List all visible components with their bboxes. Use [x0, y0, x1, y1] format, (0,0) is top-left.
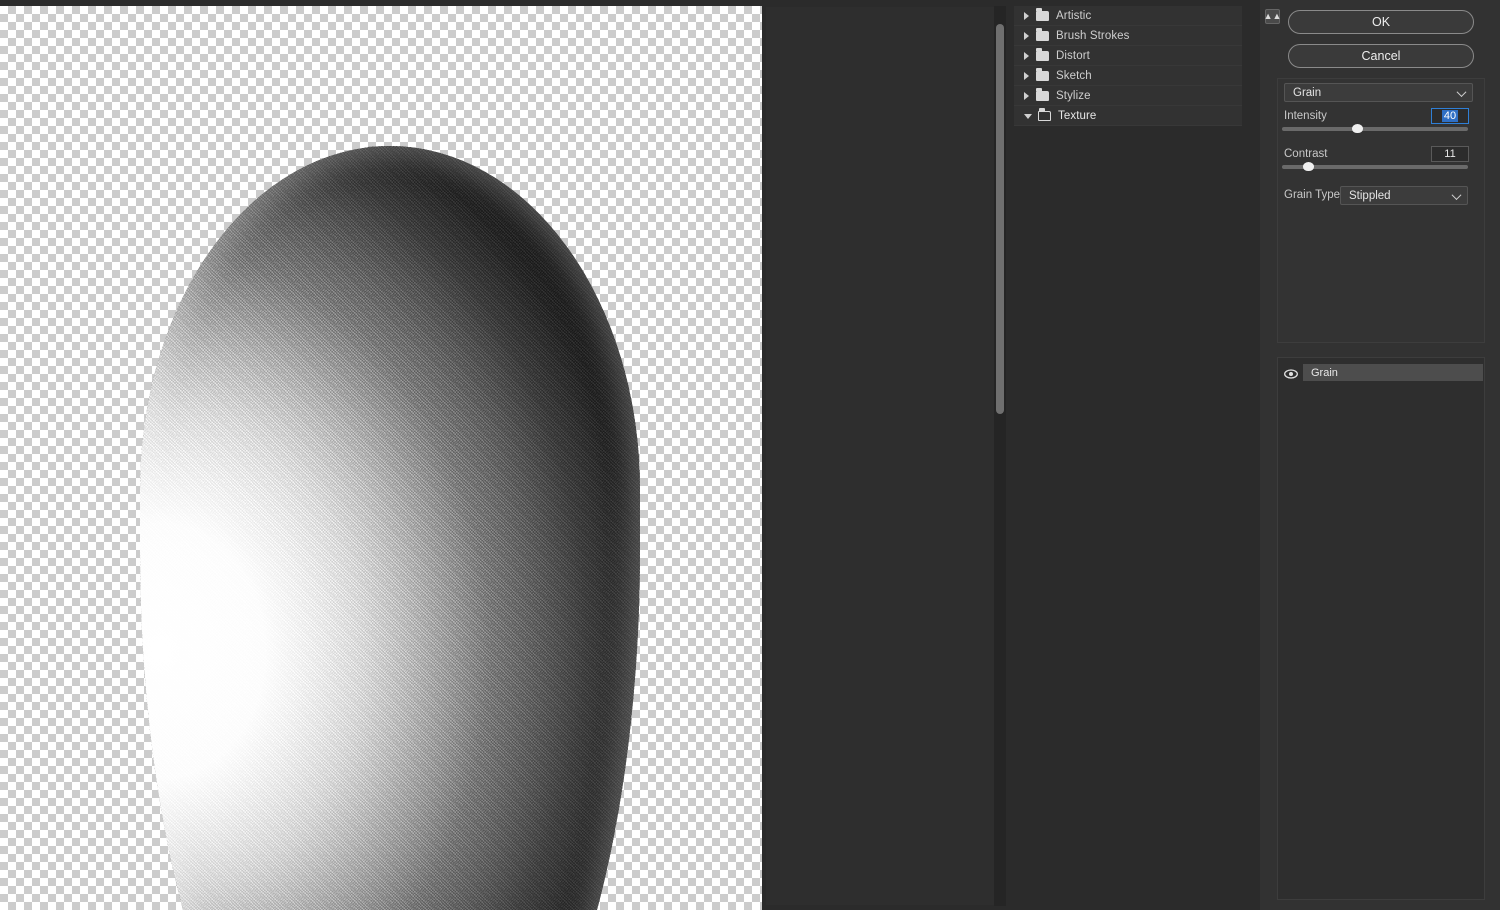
edge-fade: [140, 146, 640, 910]
chevron-down-icon: [1451, 190, 1462, 201]
preview-scrollbar[interactable]: [994, 6, 1006, 906]
filter-category-label: Artistic: [1056, 9, 1092, 22]
filter-category-panel: Artistic Brush Strokes Distort Sketch Styliz…: [1012, 0, 1260, 910]
cancel-button[interactable]: Cancel: [1288, 44, 1474, 68]
intensity-slider[interactable]: [1282, 124, 1468, 133]
chevron-right-icon[interactable]: [1024, 31, 1029, 40]
chevron-right-icon[interactable]: [1024, 71, 1029, 80]
folder-icon: [1036, 47, 1049, 61]
filter-preset-select[interactable]: Grain: [1284, 83, 1473, 102]
filter-category-label: Brush Strokes: [1056, 29, 1130, 42]
folder-icon: [1036, 87, 1049, 101]
filter-category-label: Texture: [1058, 109, 1097, 122]
intensity-label: Intensity: [1284, 110, 1327, 122]
filter-category-stylize[interactable]: Stylize: [1014, 86, 1242, 106]
contrast-value: 11: [1444, 148, 1456, 160]
contrast-slider-handle[interactable]: [1303, 162, 1314, 171]
effect-layers-box: Grain: [1277, 357, 1485, 900]
contrast-input[interactable]: 11: [1431, 146, 1469, 162]
folder-icon: [1036, 7, 1049, 21]
filter-category-artistic[interactable]: Artistic: [1014, 6, 1242, 26]
contrast-label: Contrast: [1284, 148, 1328, 160]
filter-category-label: Stylize: [1056, 89, 1091, 102]
double-chevron-up-icon[interactable]: ▲▲: [1264, 9, 1281, 24]
filter-category-texture[interactable]: Texture: [1014, 106, 1242, 126]
ok-button-label: OK: [1371, 15, 1391, 29]
filter-category-label: Distort: [1056, 49, 1090, 62]
eye-icon[interactable]: [1284, 366, 1298, 384]
intensity-value: 40: [1441, 110, 1459, 122]
center-panel: [762, 0, 1012, 910]
chevron-right-icon[interactable]: [1024, 11, 1029, 20]
cancel-button-label: Cancel: [1361, 49, 1401, 63]
chevron-right-icon[interactable]: [1024, 91, 1029, 100]
contrast-slider[interactable]: [1282, 162, 1468, 171]
settings-panel: ▲▲ OK Cancel Grain Intensity 40 Contrast…: [1260, 0, 1500, 910]
chevron-down-icon: [1456, 87, 1467, 98]
ok-button[interactable]: OK: [1288, 10, 1474, 34]
filter-category-label: Sketch: [1056, 69, 1092, 82]
folder-icon: [1036, 67, 1049, 81]
preview-canvas[interactable]: [0, 0, 762, 910]
filter-preset-value: Grain: [1293, 86, 1322, 99]
folder-open-icon: [1038, 107, 1051, 121]
effect-layer-label: Grain: [1311, 366, 1338, 379]
grain-type-select[interactable]: Stippled: [1340, 186, 1468, 205]
grain-type-label: Grain Type:: [1284, 189, 1344, 201]
intensity-input[interactable]: 40: [1431, 108, 1469, 124]
chevron-right-icon[interactable]: [1024, 51, 1029, 60]
folder-icon: [1036, 27, 1049, 41]
scrollbar-thumb[interactable]: [996, 24, 1004, 414]
grain-filtered-image-preview: [0, 6, 762, 910]
filter-category-distort[interactable]: Distort: [1014, 46, 1242, 66]
center-panel-surface: [766, 7, 998, 905]
filter-gallery-dialog: Artistic Brush Strokes Distort Sketch Styliz…: [0, 0, 1500, 910]
chevron-down-icon[interactable]: [1024, 114, 1032, 119]
effect-layer-item[interactable]: Grain: [1303, 364, 1483, 381]
filter-category-brush-strokes[interactable]: Brush Strokes: [1014, 26, 1242, 46]
intensity-slider-handle[interactable]: [1352, 124, 1363, 133]
filter-settings-box: Grain Intensity 40 Contrast 11 Grain Typ…: [1277, 78, 1485, 343]
grain-type-value: Stippled: [1349, 189, 1391, 202]
filter-category-sketch[interactable]: Sketch: [1014, 66, 1242, 86]
